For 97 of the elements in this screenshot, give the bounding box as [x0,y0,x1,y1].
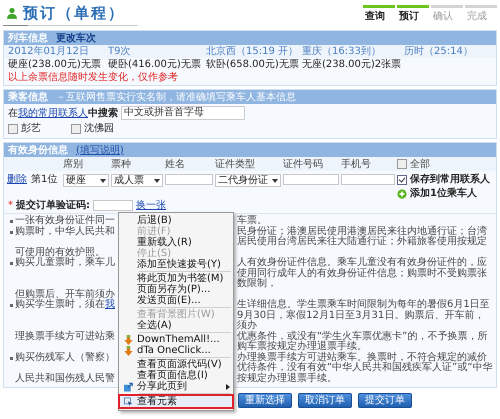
seat-availability: 无座(238.00元)2张票 [302,59,402,70]
name-field[interactable] [165,174,213,185]
column-header: 证件号码 [283,158,324,170]
note-text: 优惠条件，或没有“学生火车票优惠卡”的，不予换票，所购车票按规定办理退票手续。 [237,330,488,352]
seat-select[interactable]: 硬座 [63,174,109,187]
checkbox[interactable] [397,174,407,184]
column-header: 席别 [63,158,84,170]
step-label: 预订 [398,11,420,22]
captcha-label: 提交订单验证码: [16,200,90,211]
id-number-field[interactable] [283,174,339,185]
form-button[interactable]: 取消订单 [298,393,352,408]
menu-item[interactable]: 页面另存为(P)... [119,284,233,295]
column-header: 姓名 [165,158,186,170]
share-icon [124,382,132,392]
seat-availability: 硬卧(416.00元)无票 [108,59,202,70]
inspector-icon [124,396,132,406]
caret-icon [154,178,160,182]
availability-note: 以上余票信息随时发生变化，仅作参考 [7,71,179,85]
bullet-icon [10,262,12,265]
select-all-label: 全部 [410,158,430,170]
note-text: 生详细信息。学生票乘车时间限制为每年的暑假6月1日至9月30日，寒假12月1日至3月31日。购票后、开车前，须办 [237,299,490,331]
note-text: 但购票后、开车前须办 [15,290,116,300]
column-header: 证件类型 [215,158,256,170]
step-label: 查询 [364,11,386,22]
checkbox[interactable] [397,159,407,169]
menu-item[interactable]: 查看页面信息(I) [119,370,233,381]
section-title: 乘客信息 [8,92,48,102]
section-title: 列车信息 [8,32,48,44]
menu-item[interactable]: 添加至快速拨号(Y) [119,259,233,270]
download-arrow-icon [124,334,132,344]
train-detail: 历时（25:14） [404,46,474,57]
section-subtitle: －互联网售票实行实名制，请准确填写乘车人基本信息 [56,92,296,102]
note-text: 按规定办理退票手续。 [237,372,337,384]
menu-item[interactable]: 全选(A) [119,320,233,331]
menu-item[interactable]: DownThemAll!... [119,334,233,345]
caret-icon [272,178,278,182]
seat-availability: 软卧(658.00元)无票 [206,59,300,70]
train-detail: 重庆（16:33到） [302,46,382,57]
note-text: 购买伤残军人（警察） [15,352,116,364]
note-text: 一张有效身份证件同一 [15,216,116,226]
column-header: 手机号 [341,158,372,170]
refresh-captcha-link[interactable]: 换一张 [136,200,166,211]
form-button[interactable]: 重新选择 [238,393,292,408]
note-text: 可使用的有效护照。 [15,248,105,258]
bullet-icon [10,304,12,307]
step-label: 完成 [466,11,488,22]
plus-circle-icon[interactable] [397,188,407,198]
menu-item[interactable]: 发送页面(E)... [119,295,233,306]
train-detail: 北京西（15:19 开） [206,46,299,57]
checkbox[interactable] [8,124,18,134]
id-type-select[interactable]: 二代身份证 [215,174,281,187]
captcha-field[interactable] [93,200,133,211]
page-title: 预订（单程） [23,4,125,22]
delete-link[interactable]: 删除 [7,174,27,185]
train-detail: T9次 [108,46,132,57]
contact-name: 彭艺 [21,123,41,134]
note-text: 购买学生票时，须在我 [15,300,116,312]
note-text: 民身份证；港澳居民使用港澳居民来往内地通行证；台湾居民使用台湾居民来往大陆通行证；外籍旅客使用按规定 [237,226,487,247]
phone-field[interactable] [341,174,395,185]
change-train-link[interactable]: 更改车次 [56,32,96,44]
caret-icon [100,178,106,182]
bullet-icon [10,230,12,234]
passenger-position: 第1位 [31,174,58,185]
bullet-icon [10,356,12,360]
save-contact-label: 保存到常用联系人 [410,174,490,185]
contact-name: 沈佛园 [84,123,114,134]
menu-item[interactable]: dTa OneClick... [119,345,233,356]
note-text: 车票。 [237,215,267,226]
person-icon [7,7,17,19]
note-text: 购票时，中华人民共和 [15,226,116,238]
note-text: 购买儿童票时，乘车儿 [15,258,116,270]
column-header: 票种 [111,158,132,170]
note-text: 办理换票手续方可进站乘车。换票时，不符合规定的减价优待条件，没有有效“中华人民共和国残疾军人证”或“中华 [237,352,493,373]
menu-item[interactable]: 将此页加为书签(M) [119,273,233,284]
add-passenger-link[interactable]: 添加1位乘车人 [410,188,477,199]
search-label: 在 [8,108,18,118]
section-title: 有效身份信息 [8,144,68,156]
train-detail: 2012年01月12日 [8,46,90,57]
menu-item[interactable]: 查看元素 [119,395,233,408]
note-text: 人民共和国伤残人民警 [15,374,116,384]
ticket-type-select[interactable]: 成人票 [111,174,163,187]
download-arrow-icon [124,346,132,356]
bullet-icon [10,220,12,223]
search-label: 中搜索 [88,108,118,118]
help-link[interactable]: (填写说明) [76,144,124,156]
note-text: 人有效身份证件信息。乘车儿童没有有效身份证件的，应使用同行成年人的有效身份证件信息；购票时不受购票张数限制， [237,257,487,289]
seat-availability: 硬座(238.00元)无票 [8,59,102,70]
form-button[interactable]: 提交订单 [358,393,412,408]
required-mark: * [8,200,13,211]
step-label: 确认 [432,11,454,22]
menu-item[interactable]: 后退(B) [119,215,233,226]
contacts-link[interactable]: 我的常用联系人 [18,108,88,118]
checkbox[interactable] [71,124,81,134]
menu-item[interactable]: 重新载入(R) [119,237,233,248]
note-link[interactable]: 我 [105,299,115,310]
note-text: 理换票手续方可进站乘 [15,332,116,344]
menu-item[interactable]: 查看页面源代码(V) [119,359,233,370]
